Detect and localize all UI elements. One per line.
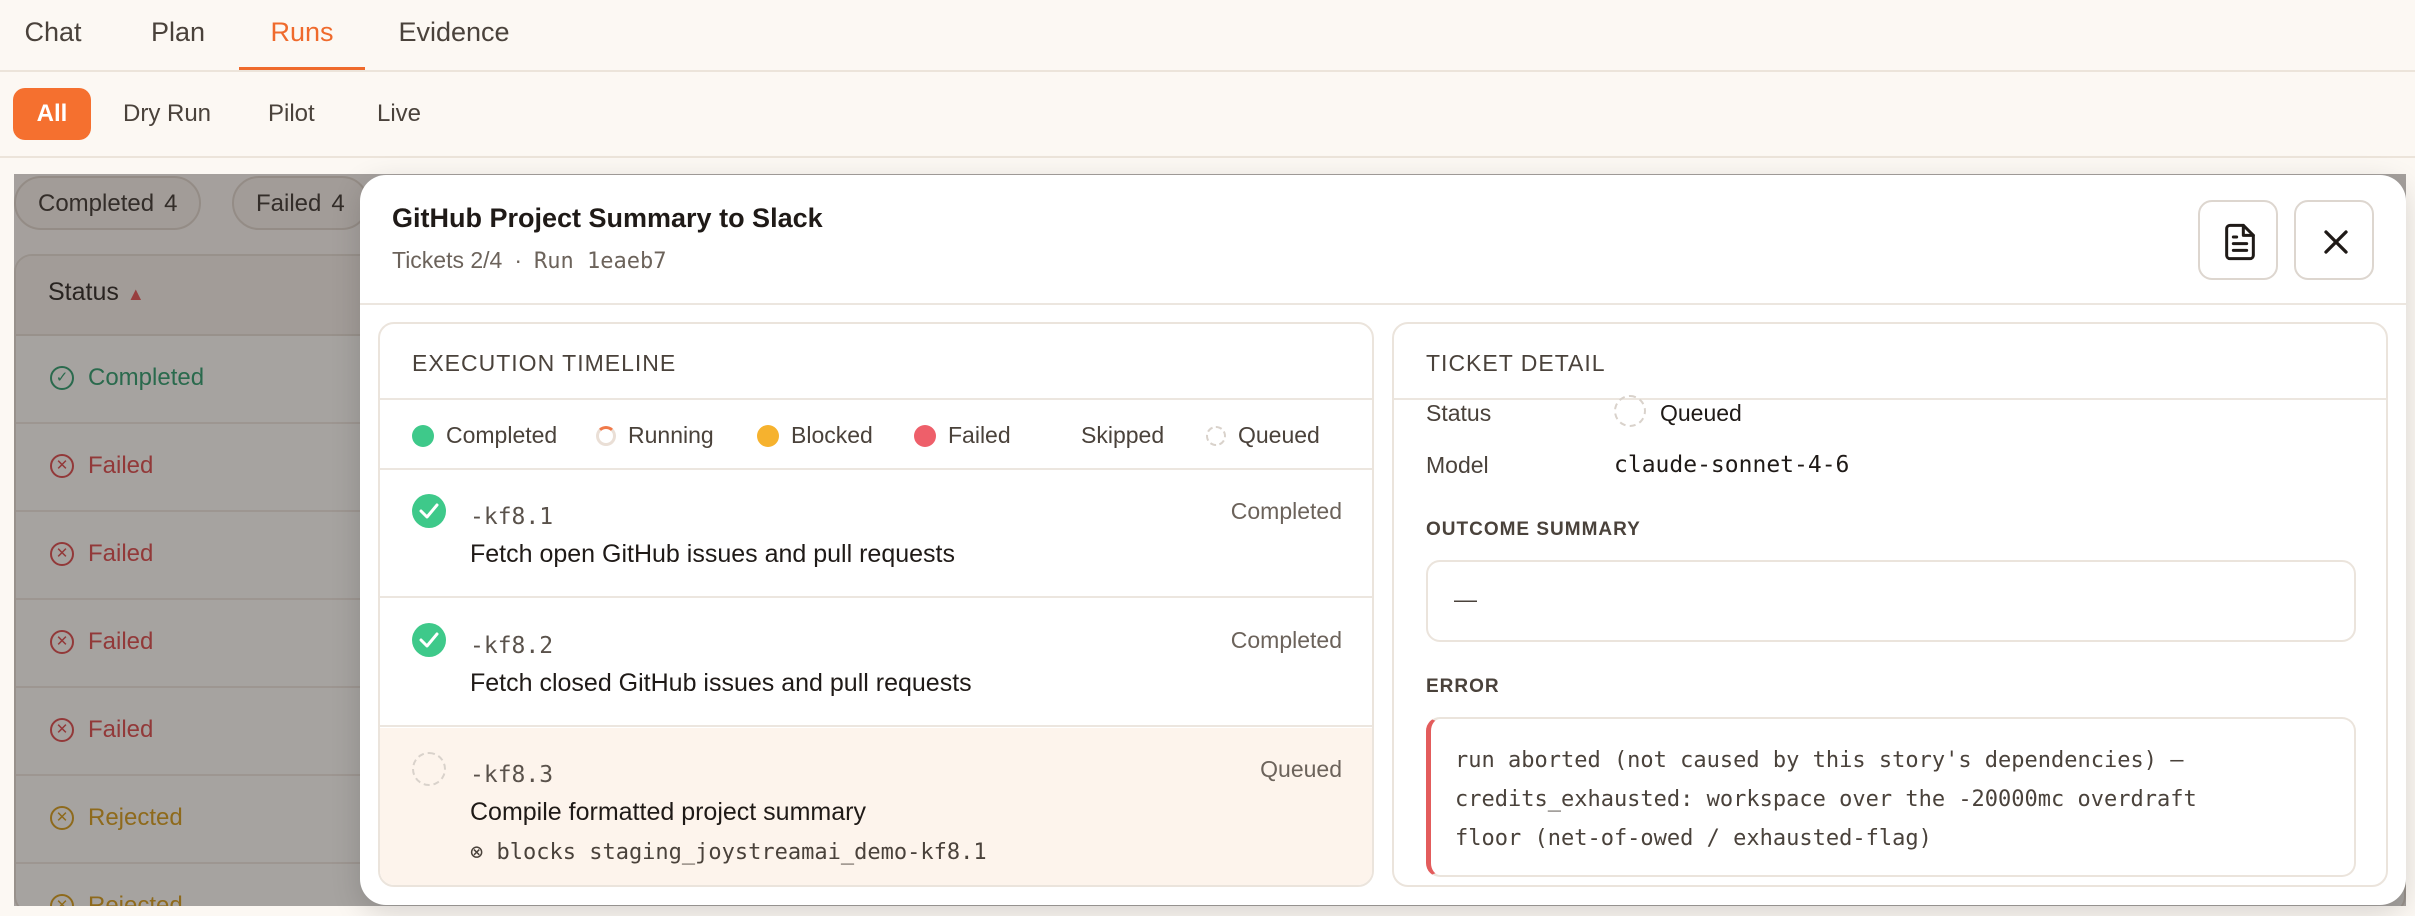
legend-label: Failed xyxy=(948,422,1011,448)
green-dot-icon xyxy=(412,424,434,447)
ticket-status: Completed xyxy=(1230,498,1342,524)
detail-header: TICKET DETAIL xyxy=(1394,324,2386,400)
outcome-summary-heading: OUTCOME SUMMARY xyxy=(1426,519,1641,540)
detail-title: TICKET DETAIL xyxy=(1426,350,1606,376)
ticket-status: Queued xyxy=(1260,756,1342,782)
legend-queued: Queued xyxy=(1206,422,1320,449)
status-label: Status xyxy=(1426,400,1492,426)
check-circle-icon xyxy=(412,623,446,657)
legend-blocked: Blocked xyxy=(757,422,873,449)
legend-label: Blocked xyxy=(791,422,873,448)
timeline-ticket-selected[interactable]: -kf8.3 Compile formatted project summary… xyxy=(380,728,1372,885)
ticket-blocks: ⊗ blocks staging_joystreamai_demo-kf8.1 xyxy=(470,840,987,865)
ticket-detail-panel: TICKET DETAIL Status Queued Model claude… xyxy=(1392,322,2388,887)
close-button[interactable] xyxy=(2294,200,2374,280)
modal-subtitle: Tickets 2/4 · Run 1eaeb7 xyxy=(392,247,667,274)
error-heading: ERROR xyxy=(1426,676,1500,697)
error-line: floor (net-of-owed / exhausted-flag) xyxy=(1455,826,1932,851)
document-icon xyxy=(2225,223,2255,261)
timeline-ticket[interactable]: -kf8.1 Fetch open GitHub issues and pull… xyxy=(380,470,1372,598)
close-icon xyxy=(2324,230,2348,254)
dashed-circle-icon xyxy=(1614,394,1646,427)
tab-evidence[interactable]: Evidence xyxy=(394,0,514,70)
legend-skipped: Skipped xyxy=(1081,422,1164,449)
outcome-summary-value: — xyxy=(1454,586,1477,612)
run-id: Run 1eaeb7 xyxy=(534,249,667,274)
legend-label: Skipped xyxy=(1081,422,1165,448)
modal-title: GitHub Project Summary to Slack xyxy=(392,203,823,233)
ticket-id: -kf8.2 xyxy=(470,633,554,659)
dashed-circle-icon xyxy=(412,752,446,786)
status-value: Queued xyxy=(1614,394,1742,427)
filter-live[interactable]: Live xyxy=(359,88,439,140)
execution-timeline-panel: EXECUTION TIMELINE Completed Running Blo… xyxy=(378,322,1374,887)
outcome-summary-box: — xyxy=(1426,560,2356,642)
status-legend: Completed Running Blocked Failed Skipped… xyxy=(380,400,1372,470)
yellow-dot-icon xyxy=(757,424,779,447)
model-value: claude-sonnet-4-6 xyxy=(1614,452,1850,478)
dashed-circle-icon xyxy=(1206,425,1226,446)
red-dot-icon xyxy=(914,424,936,447)
ticket-id: -kf8.3 xyxy=(470,762,554,788)
timeline-ticket[interactable]: -kf8.2 Fetch closed GitHub issues and pu… xyxy=(380,599,1372,727)
error-line: run aborted (not caused by this story's … xyxy=(1455,748,2184,773)
filter-dry-run[interactable]: Dry Run xyxy=(105,88,229,140)
tab-plan[interactable]: Plan xyxy=(140,0,216,70)
legend-label: Running xyxy=(628,422,714,448)
top-tab-bar: Chat Plan Runs Evidence xyxy=(0,0,2415,72)
model-label: Model xyxy=(1426,452,1489,478)
filter-pilot[interactable]: Pilot xyxy=(250,88,333,140)
legend-failed: Failed xyxy=(914,422,1011,449)
view-document-button[interactable] xyxy=(2198,200,2278,280)
legend-label: Queued xyxy=(1238,422,1320,448)
spinner-icon xyxy=(596,425,616,446)
error-box: run aborted (not caused by this story's … xyxy=(1426,717,2356,877)
tab-runs[interactable]: Runs xyxy=(239,0,365,70)
error-message: run aborted (not caused by this story's … xyxy=(1455,741,2197,858)
legend-label: Completed xyxy=(446,422,558,448)
tab-chat[interactable]: Chat xyxy=(18,0,88,70)
status-text: Queued xyxy=(1660,400,1742,426)
legend-completed: Completed xyxy=(412,422,557,449)
ticket-title: Fetch open GitHub issues and pull reques… xyxy=(470,540,955,568)
timeline-header: EXECUTION TIMELINE xyxy=(380,324,1372,400)
timeline-title: EXECUTION TIMELINE xyxy=(412,350,677,376)
ticket-title: Fetch closed GitHub issues and pull requ… xyxy=(470,669,972,697)
error-line: credits_exhausted: workspace over the -2… xyxy=(1455,787,2197,812)
legend-running: Running xyxy=(596,422,714,449)
filter-all[interactable]: All xyxy=(13,88,91,140)
modal-header: GitHub Project Summary to Slack Tickets … xyxy=(360,175,2406,305)
ticket-id: -kf8.1 xyxy=(470,504,554,530)
tickets-count: Tickets 2/4 xyxy=(392,247,503,273)
mode-filter-bar: All Dry Run Pilot Live xyxy=(0,72,2415,158)
ticket-status: Completed xyxy=(1230,627,1342,653)
ticket-title: Compile formatted project summary xyxy=(470,798,866,826)
check-circle-icon xyxy=(412,494,446,528)
run-detail-modal: GitHub Project Summary to Slack Tickets … xyxy=(360,175,2406,905)
